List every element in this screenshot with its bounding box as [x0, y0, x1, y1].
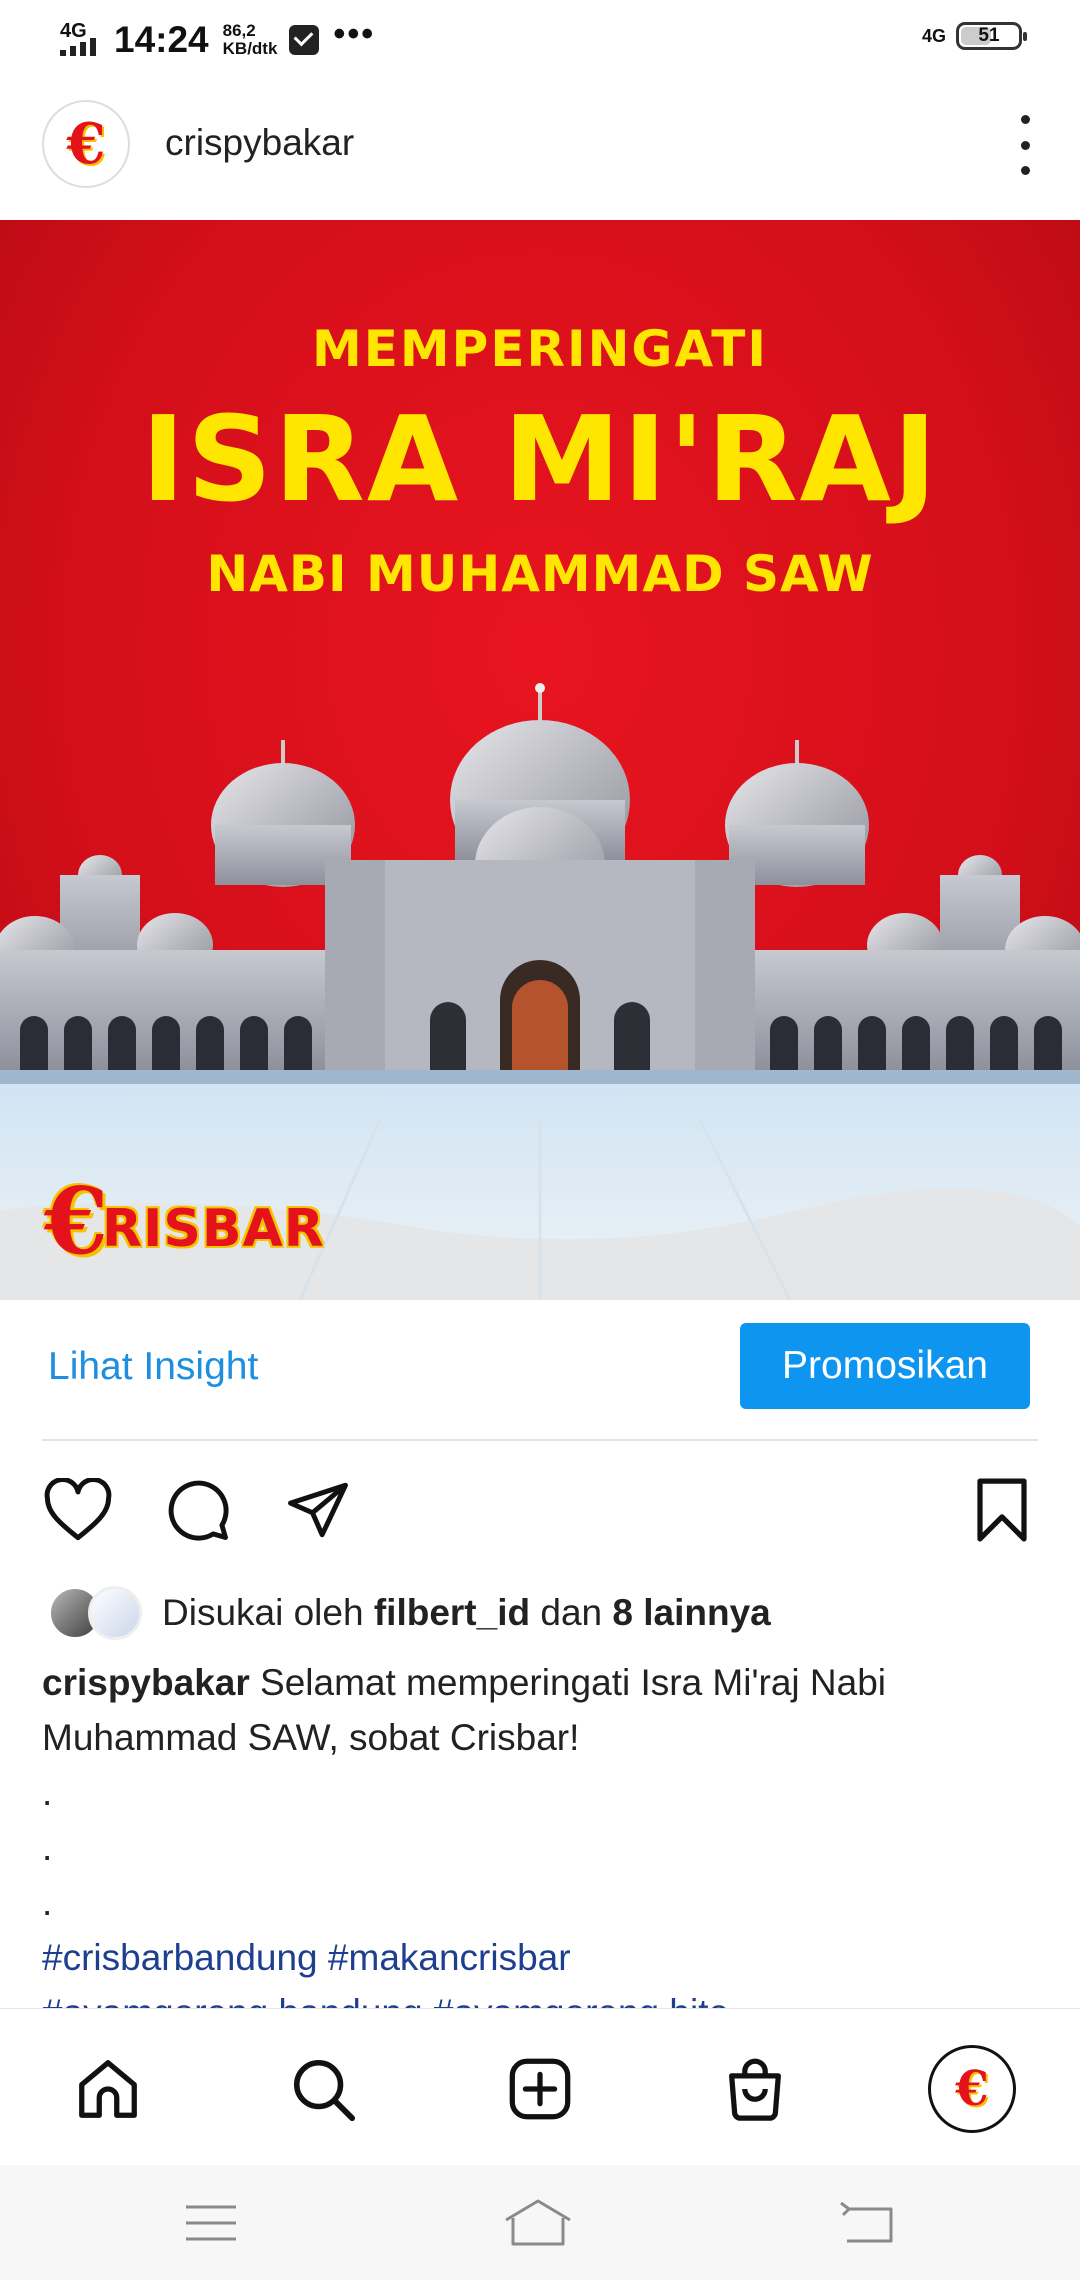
promote-button[interactable]: Promosikan — [740, 1323, 1030, 1409]
view-insights-link[interactable]: Lihat Insight — [48, 1345, 258, 1389]
post-header: € crispybakar — [0, 95, 1080, 215]
battery-level: 51 — [978, 25, 1000, 46]
bookmark-icon[interactable] — [962, 1470, 1042, 1550]
comment-icon[interactable] — [158, 1470, 238, 1550]
menu-icon[interactable] — [176, 2193, 246, 2253]
plus-square-icon[interactable] — [490, 2039, 590, 2139]
liker-username[interactable]: filbert_id — [374, 1592, 530, 1633]
profile-tab[interactable]: € — [922, 2039, 1022, 2139]
status-bar: 4G 14:24 86,2 KB/dtk ••• 4G 51 — [0, 0, 1080, 85]
brand-logo-letter: € — [44, 1167, 109, 1275]
image-headline-bottom: NABI MUHAMMAD SAW — [206, 545, 874, 603]
clock: 14:24 — [114, 19, 209, 60]
speed-value: 86,2 — [222, 21, 256, 40]
likes-text: Disukai oleh filbert_id dan 8 lainnya — [162, 1592, 771, 1634]
avatar-logo-small: € — [955, 2061, 989, 2117]
image-headline-top: MEMPERINGATI — [312, 320, 768, 378]
system-navigation — [0, 2165, 1080, 2280]
home-icon[interactable] — [58, 2039, 158, 2139]
likes-summary[interactable]: Disukai oleh filbert_id dan 8 lainnya — [48, 1580, 771, 1646]
bottom-navigation: € — [0, 2008, 1080, 2164]
caption-dot: . — [42, 1882, 53, 1923]
avatar-logo: € — [66, 111, 106, 177]
shopping-bag-icon[interactable] — [705, 2039, 805, 2139]
insight-row: Lihat Insight Promosikan — [0, 1300, 1080, 1440]
likes-others[interactable]: 8 lainnya — [612, 1592, 770, 1633]
caption-hashtags[interactable]: #crisbarbandung #makancrisbar — [42, 1930, 1042, 1985]
home-outline-icon[interactable] — [503, 2193, 573, 2253]
post-username[interactable]: crispybakar — [165, 122, 354, 164]
heart-icon[interactable] — [38, 1470, 118, 1550]
profile-avatar[interactable]: € — [42, 100, 130, 188]
divider — [42, 1439, 1038, 1441]
battery-icon: 51 — [956, 22, 1027, 50]
post-image[interactable]: MEMPERINGATI ISRA MI'RAJ NABI MUHAMMAD S… — [0, 220, 1080, 1300]
liker-avatar — [88, 1586, 142, 1640]
more-notifications-icon: ••• — [333, 14, 376, 53]
caption-dot: . — [42, 1827, 53, 1868]
brand-logo-text: RISBAR — [102, 1199, 325, 1259]
caption-username[interactable]: crispybakar — [42, 1662, 250, 1703]
signal-indicator: 4G — [58, 18, 104, 62]
likes-prefix: Disukai oleh — [162, 1592, 364, 1633]
post-caption: crispybakar Selamat memperingati Isra Mi… — [42, 1655, 1042, 2013]
caption-dot: . — [42, 1772, 53, 1813]
notification-icon — [289, 25, 320, 55]
image-headline-main: ISRA MI'RAJ — [141, 390, 939, 528]
profile-avatar-small: € — [928, 2045, 1016, 2133]
network-speed: 86,2 KB/dtk — [223, 22, 278, 58]
signal-bars-icon — [60, 38, 96, 56]
post-actions — [0, 1470, 1080, 1550]
crisbar-logo: € RISBAR — [44, 1175, 325, 1267]
search-icon[interactable] — [273, 2039, 373, 2139]
back-icon[interactable] — [832, 2193, 902, 2253]
likes-conj: dan — [540, 1592, 603, 1633]
network-type-right: 4G — [921, 26, 946, 46]
speed-unit: KB/dtk — [222, 39, 278, 58]
more-options-icon[interactable] — [1010, 115, 1040, 175]
paper-plane-icon[interactable] — [278, 1470, 358, 1550]
